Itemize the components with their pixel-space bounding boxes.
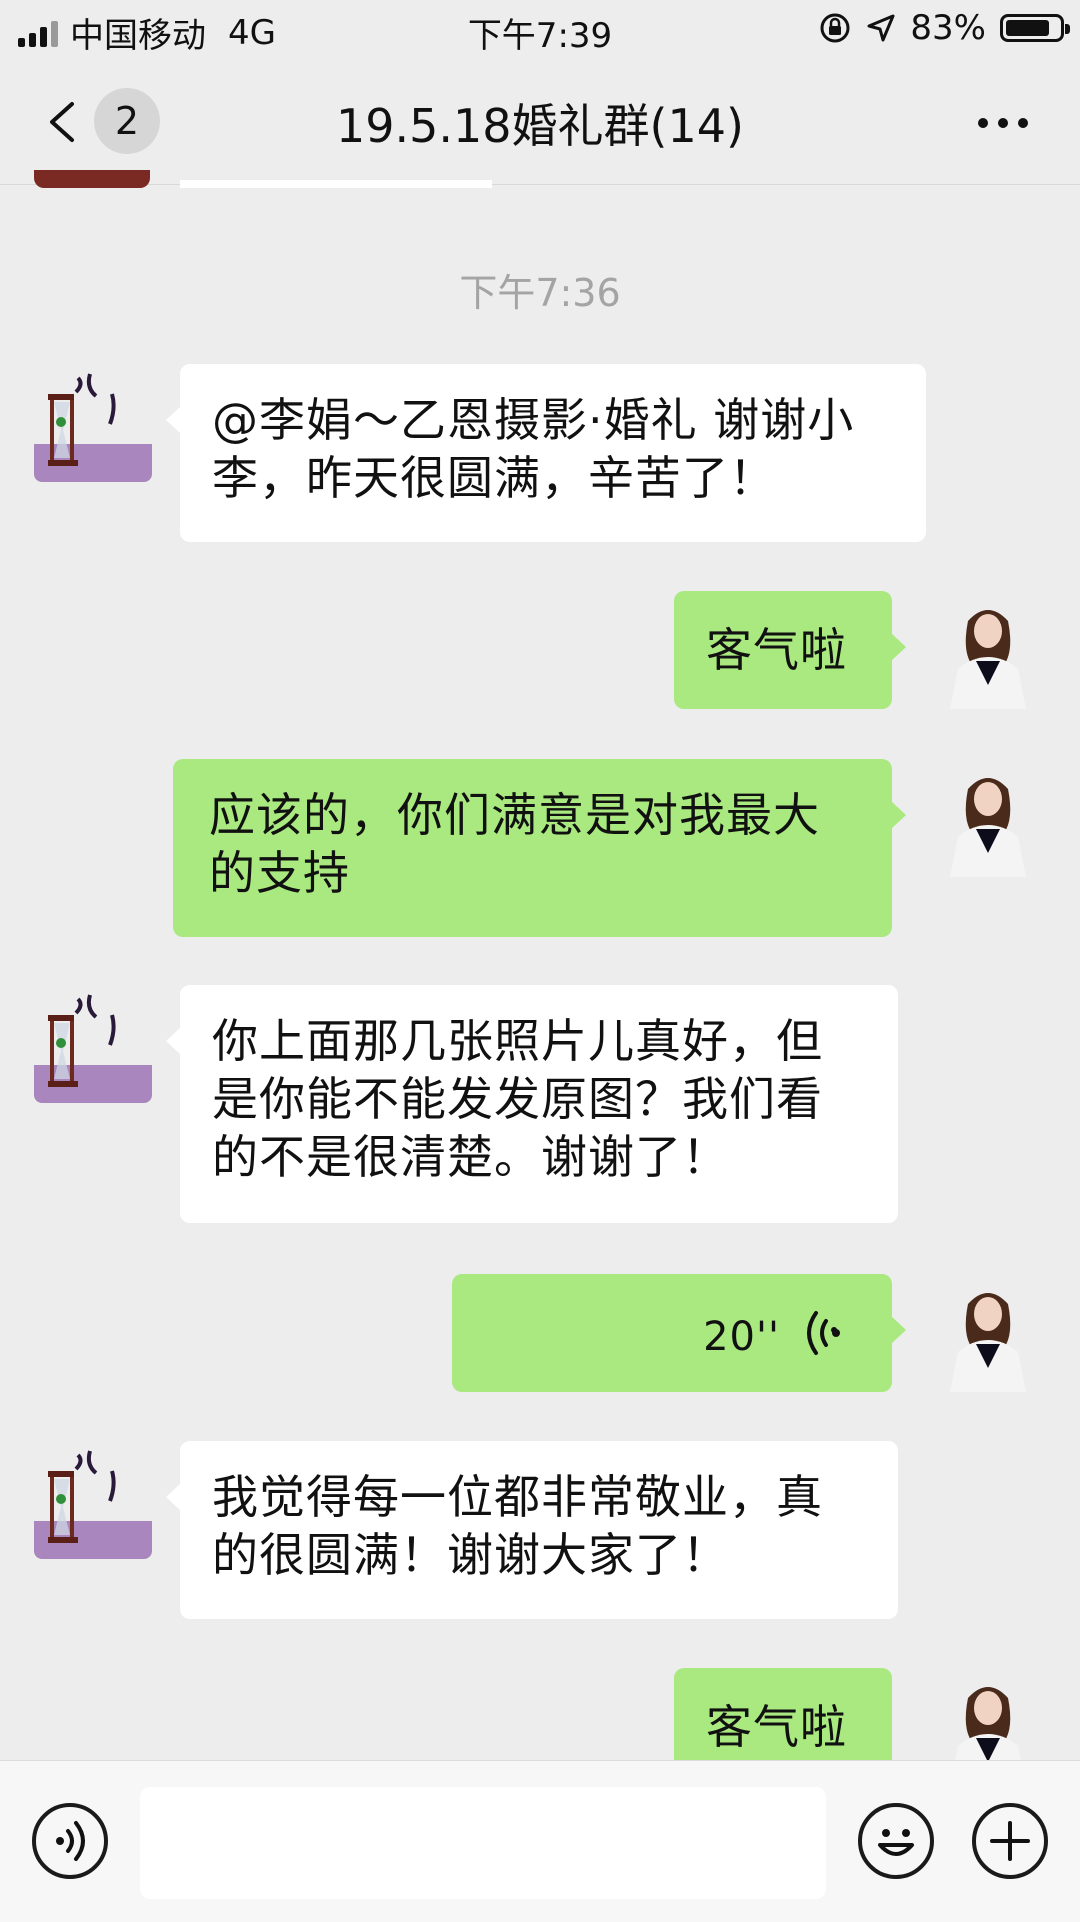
voice-duration: 20'' xyxy=(703,1314,780,1360)
portrait-avatar-image xyxy=(928,1668,1046,1760)
battery-percent: 83% xyxy=(910,8,986,48)
message-text: 你上面那几张照片儿真好，但是你能不能发发原图？我们看的不是很清楚。谢谢了！ xyxy=(212,1014,823,1184)
hourglass-avatar-image xyxy=(34,985,152,1103)
battery-fill xyxy=(1006,20,1050,36)
portrait-avatar-image xyxy=(928,591,1046,709)
message-bubble-self[interactable]: 客气啦 xyxy=(674,591,906,709)
message-input[interactable] xyxy=(140,1787,826,1899)
portrait-avatar-image xyxy=(928,759,1046,877)
plus-icon xyxy=(990,1821,1030,1861)
message-bubble-other[interactable]: @李娟～乙恩摄影·婚礼 谢谢小李，昨天很圆满，辛苦了！ xyxy=(166,364,926,542)
input-bar xyxy=(0,1760,1080,1922)
message-bubble-other[interactable]: 你上面那几张照片儿真好，但是你能不能发发原图？我们看的不是很清楚。谢谢了！ xyxy=(166,985,898,1223)
message-bubble-other[interactable]: 我觉得每一位都非常敬业，真的很圆满！谢谢大家了！ xyxy=(166,1441,898,1619)
avatar-self[interactable] xyxy=(928,1274,1046,1392)
rotation-lock-icon xyxy=(820,13,850,43)
previous-bubble-fragment xyxy=(180,180,492,188)
avatar-self[interactable] xyxy=(928,759,1046,877)
avatar-self[interactable] xyxy=(928,1668,1046,1760)
message-text: 应该的，你们满意是对我最大的支持 xyxy=(209,788,820,900)
emoji-icon xyxy=(878,1829,914,1856)
status-right: 83% xyxy=(818,8,1070,48)
avatar-self[interactable] xyxy=(928,591,1046,709)
message-text: @李娟～乙恩摄影·婚礼 谢谢小李，昨天很圆满，辛苦了！ xyxy=(212,393,855,505)
message-bubble-self[interactable]: 应该的，你们满意是对我最大的支持 xyxy=(173,759,906,937)
status-bar: 中国移动 4G 下午7:39 83% xyxy=(0,0,1080,60)
voice-input-icon xyxy=(56,1821,85,1861)
message-text: 我觉得每一位都非常敬业，真的很圆满！谢谢大家了！ xyxy=(212,1470,823,1582)
hourglass-avatar-image xyxy=(34,364,152,482)
voice-input-button[interactable] xyxy=(32,1803,108,1879)
battery-icon xyxy=(1000,14,1070,42)
voice-message-bubble[interactable]: 20'' xyxy=(452,1274,906,1392)
ellipsis-icon xyxy=(978,118,988,128)
chat-timestamp: 下午7:36 xyxy=(459,271,621,315)
message-text: 客气啦 xyxy=(706,623,847,677)
more-button[interactable] xyxy=(978,118,1028,128)
portrait-avatar-image xyxy=(928,1274,1046,1392)
hourglass-avatar-image xyxy=(34,1441,152,1559)
avatar-other[interactable] xyxy=(34,364,152,482)
previous-avatar-fragment xyxy=(34,170,150,188)
page-title: 19.5.18婚礼群(14) xyxy=(335,99,744,153)
message-text: 客气啦 xyxy=(706,1700,847,1754)
chat-header: 2 19.5.18婚礼群(14) xyxy=(0,60,1080,185)
location-arrow-icon xyxy=(867,14,895,42)
avatar-other[interactable] xyxy=(34,985,152,1103)
plus-button[interactable] xyxy=(972,1803,1048,1879)
voice-wave-icon xyxy=(807,1311,840,1355)
emoji-button[interactable] xyxy=(858,1803,934,1879)
message-bubble-self[interactable]: 客气啦 xyxy=(674,1668,892,1760)
avatar-other[interactable] xyxy=(34,1441,152,1559)
